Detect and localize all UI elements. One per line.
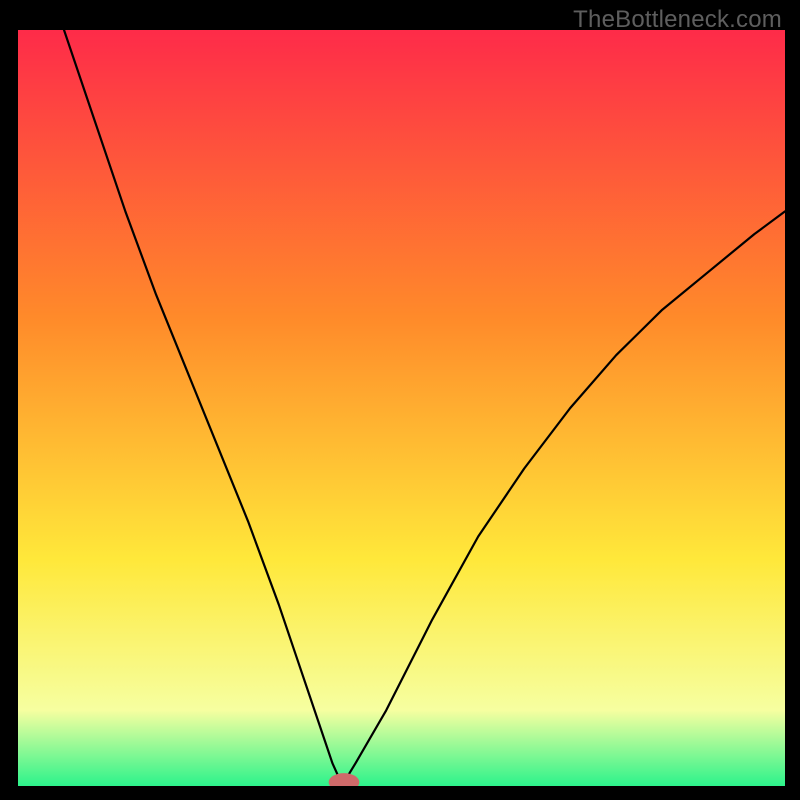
- gradient-background: [18, 30, 785, 786]
- chart-frame: TheBottleneck.com: [0, 0, 800, 800]
- watermark-text: TheBottleneck.com: [573, 6, 782, 34]
- plot-area: [18, 30, 785, 786]
- chart-svg: [18, 30, 785, 786]
